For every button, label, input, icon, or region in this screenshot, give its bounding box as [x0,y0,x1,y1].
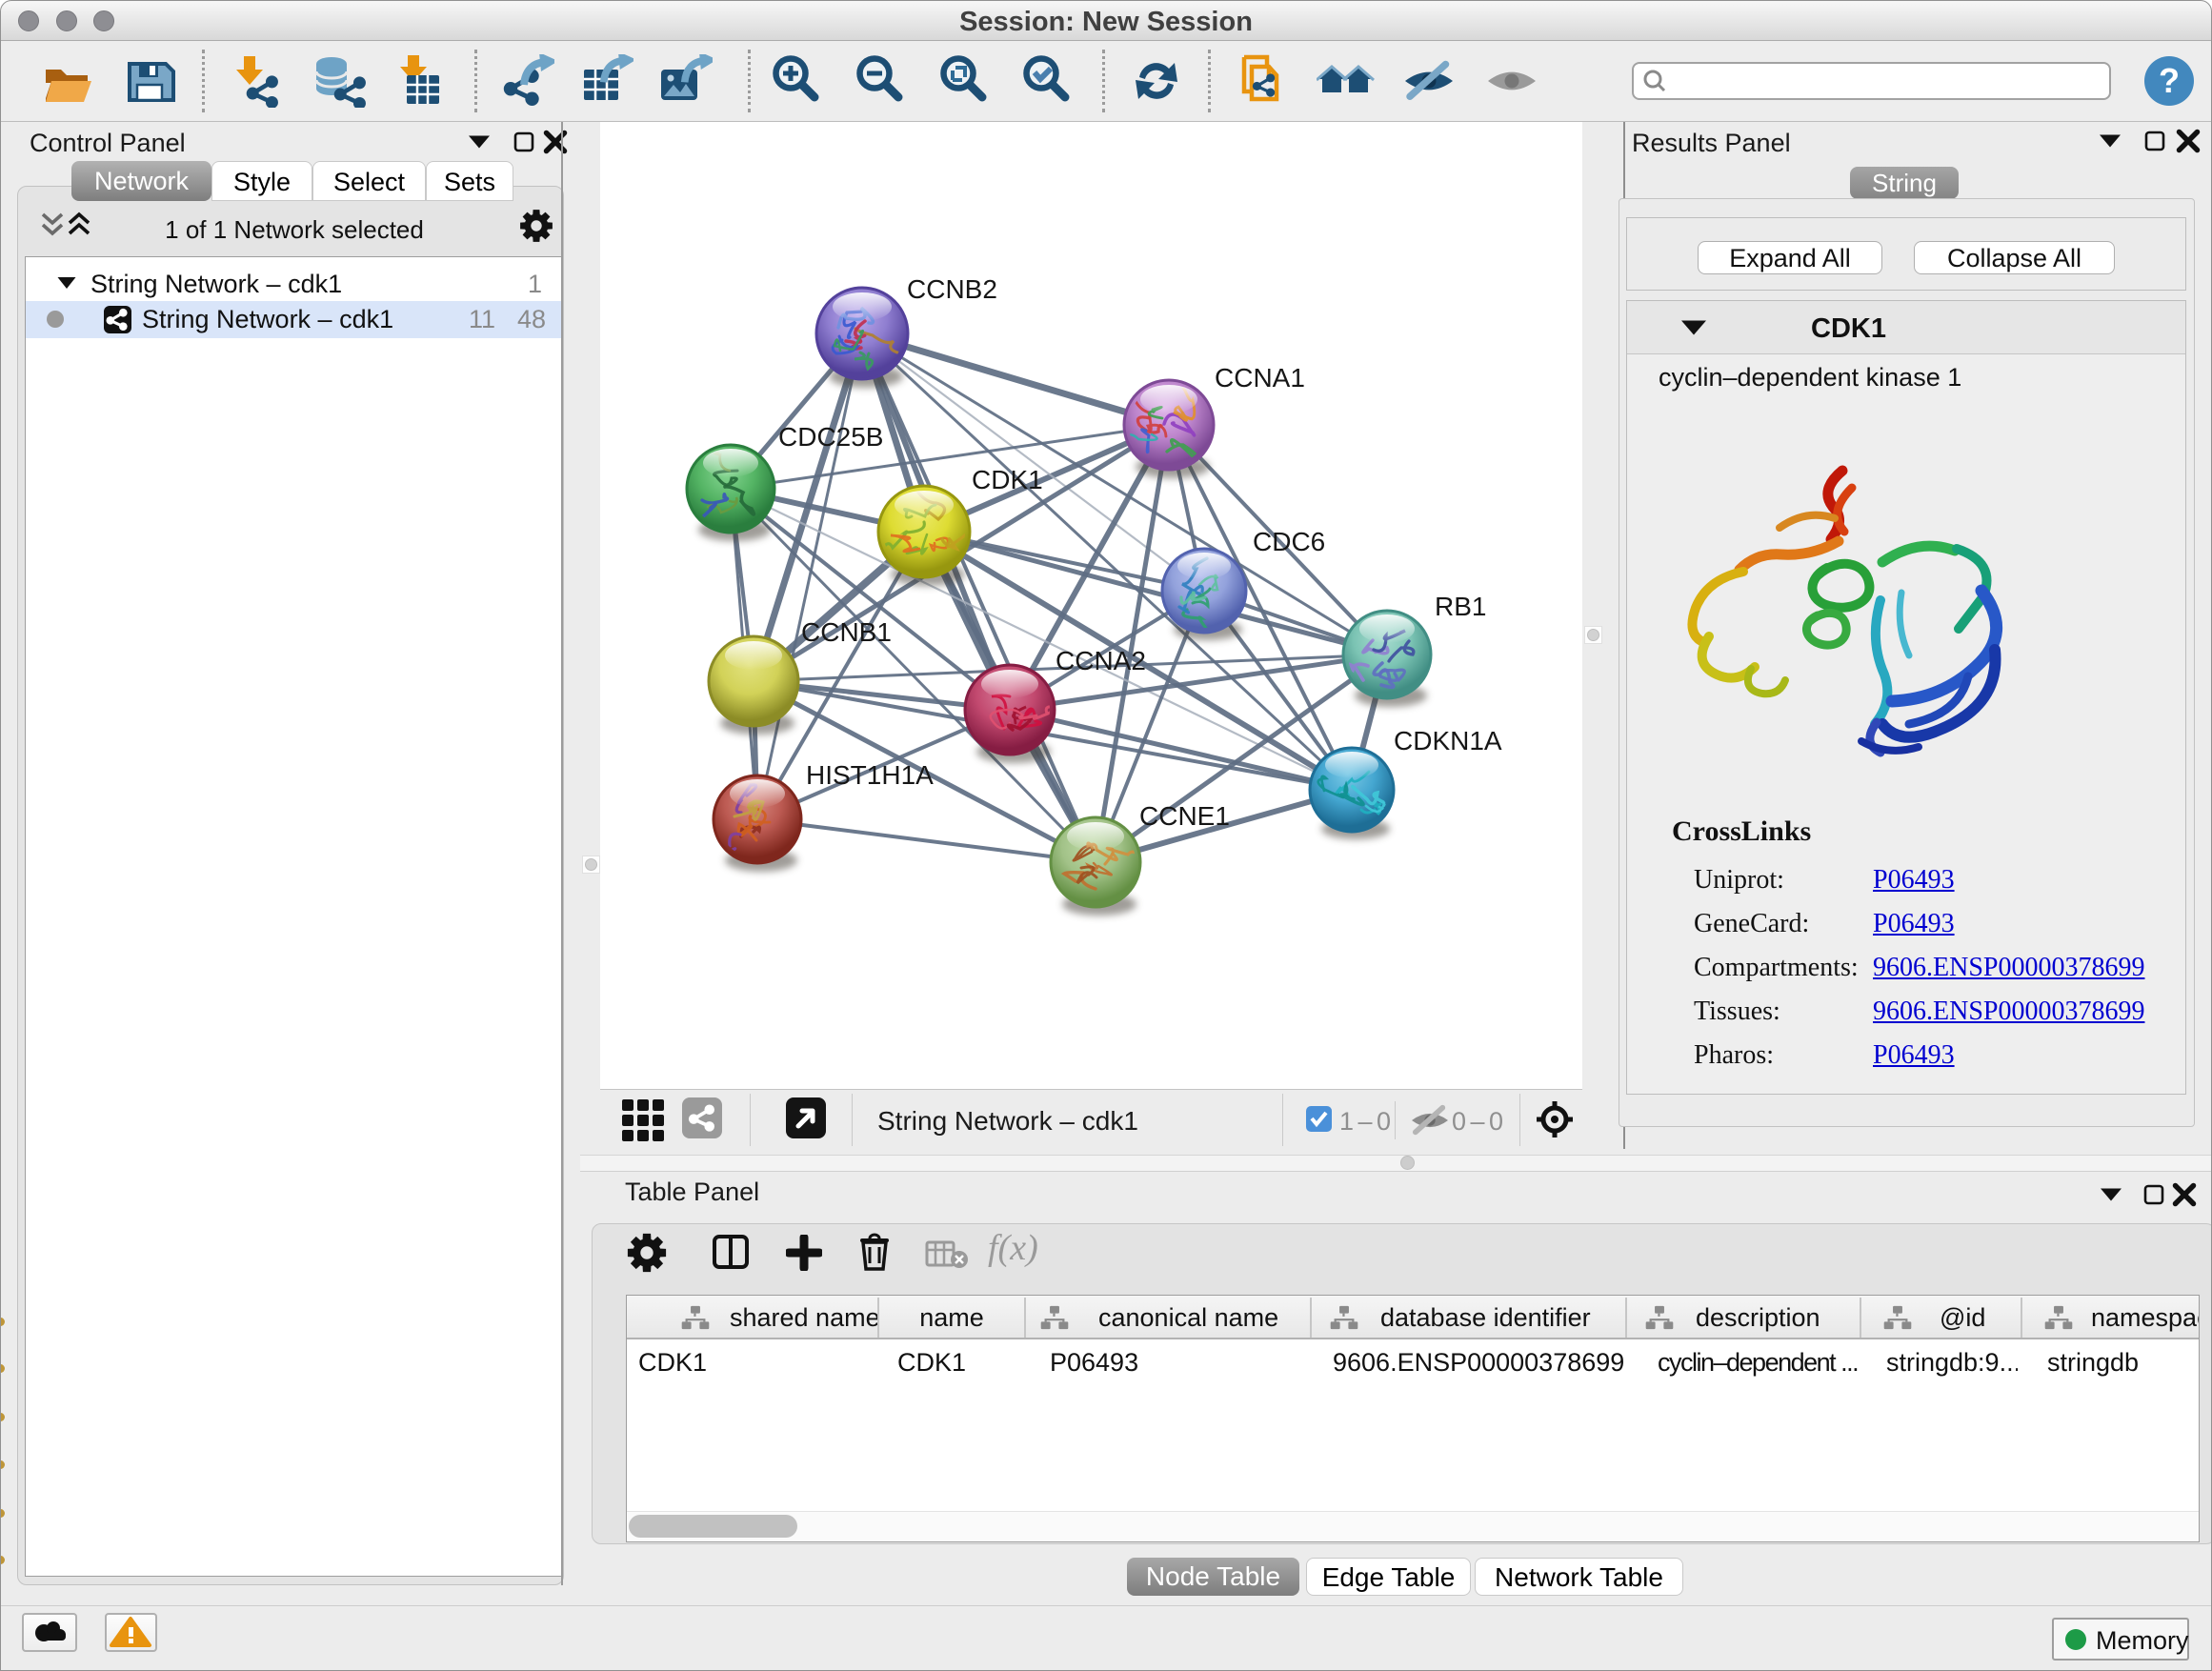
svg-text:1: 1 [528,270,542,298]
svg-text:11: 11 [469,305,495,333]
svg-text:CDK1: CDK1 [1811,313,1886,344]
svg-text:CDC6: CDC6 [1253,527,1325,556]
svg-text:@id: @id [1940,1303,1985,1332]
svg-text:?: ? [2159,61,2180,100]
svg-text:CCNA1: CCNA1 [1215,363,1305,393]
svg-text:CCNB2: CCNB2 [907,274,997,304]
svg-text:String Network – cdk1: String Network – cdk1 [90,270,342,298]
svg-text:RB1: RB1 [1435,592,1486,621]
svg-text:CCNA2: CCNA2 [1056,646,1146,675]
svg-text:String Network – cdk1: String Network – cdk1 [142,305,393,333]
svg-text:CDK1: CDK1 [972,465,1043,494]
svg-text:name: name [919,1303,984,1332]
svg-text:48: 48 [517,305,546,333]
svg-text:CDC25B: CDC25B [778,422,883,452]
svg-text:HIST1H1A: HIST1H1A [806,760,934,790]
svg-text:CCNE1: CCNE1 [1139,801,1230,831]
svg-text:CDKN1A: CDKN1A [1394,726,1502,755]
svg-text:shared name: shared name [730,1303,880,1332]
svg-text:namespace: namespace [2091,1303,2199,1332]
svg-text:description: description [1696,1303,1820,1332]
svg-text:CCNB1: CCNB1 [801,617,892,647]
svg-text:database identifier: database identifier [1380,1303,1591,1332]
svg-text:canonical name: canonical name [1098,1303,1278,1332]
